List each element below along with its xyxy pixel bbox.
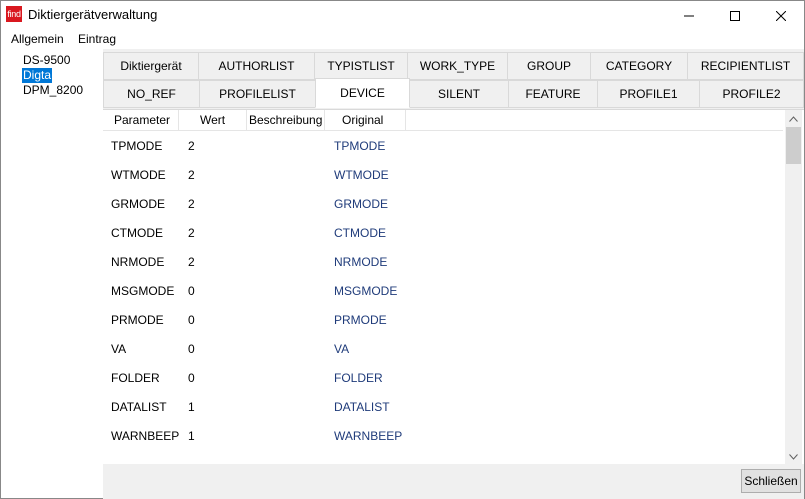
cell-wert: 2: [188, 226, 195, 240]
table-row[interactable]: NRMODE 2 NRMODE: [103, 248, 783, 277]
table-row[interactable]: WTMODE 2 WTMODE: [103, 161, 783, 190]
tab-category[interactable]: CATEGORY: [590, 52, 688, 80]
menu-allgemein[interactable]: Allgemein: [11, 32, 64, 46]
cell-wert: 1: [188, 451, 195, 453]
cell-parameter: TPMODE: [111, 139, 163, 153]
cell-wert: 0: [188, 313, 195, 327]
tab-profile2[interactable]: PROFILE2: [699, 80, 804, 108]
scroll-down-button[interactable]: [785, 448, 802, 465]
tree-item-dpm-8200[interactable]: DPM_8200: [22, 83, 84, 98]
tab-typistlist[interactable]: TYPISTLIST: [314, 52, 408, 80]
cell-wert: 2: [188, 168, 195, 182]
cell-original: MSGMODE: [334, 284, 398, 298]
cell-parameter: NRMODE: [111, 255, 165, 269]
close-icon: [776, 10, 786, 21]
cell-parameter: ACKBEEP: [111, 451, 168, 453]
table-row[interactable]: TPMODE 2 TPMODE: [103, 132, 783, 161]
cell-parameter: MSGMODE: [111, 284, 175, 298]
cell-parameter: FOLDER: [111, 371, 160, 385]
cell-parameter: CTMODE: [111, 226, 163, 240]
tab-authorlist[interactable]: AUTHORLIST: [198, 52, 315, 80]
tree-item-digta[interactable]: Digta: [22, 68, 53, 83]
tab-group[interactable]: GROUP: [507, 52, 591, 80]
cell-original: GRMODE: [334, 197, 388, 211]
cell-wert: 1: [188, 400, 195, 414]
title-bar[interactable]: find Diktiergerätverwaltung: [1, 1, 804, 30]
cell-original: WTMODE: [334, 168, 389, 182]
cell-original: NRMODE: [334, 255, 388, 269]
chevron-up-icon: [789, 115, 798, 122]
cell-wert: 1: [188, 429, 195, 443]
scroll-up-button[interactable]: [785, 110, 802, 127]
tree-item-ds-9500[interactable]: DS-9500: [22, 53, 71, 68]
cell-parameter: GRMODE: [111, 197, 165, 211]
cell-wert: 0: [188, 284, 195, 298]
menu-bar: Allgemein Eintrag: [1, 30, 804, 49]
cell-wert: 0: [188, 371, 195, 385]
minimize-button[interactable]: [666, 1, 712, 30]
cell-original: CTMODE: [334, 226, 386, 240]
cell-original: ACKBEEP: [334, 451, 391, 453]
device-panel: Parameter Wert Beschreibung Original TPM…: [103, 109, 804, 465]
maximize-button[interactable]: [712, 1, 758, 30]
cell-parameter: WTMODE: [111, 168, 166, 182]
minimize-icon: [684, 15, 694, 16]
tab-work-type[interactable]: WORK_TYPE: [407, 52, 508, 80]
cell-parameter: PRMODE: [111, 313, 164, 327]
close-window-button[interactable]: [758, 1, 804, 30]
table-row[interactable]: DATALIST 1 DATALIST: [103, 393, 783, 422]
table-row[interactable]: WARNBEEP 1 WARNBEEP: [103, 422, 783, 451]
table-row[interactable]: MSGMODE 0 MSGMODE: [103, 277, 783, 306]
device-tree: DS-9500 Digta DPM_8200: [1, 49, 103, 498]
cell-parameter: DATALIST: [111, 400, 167, 414]
cell-parameter: WARNBEEP: [111, 429, 180, 443]
table-row[interactable]: VA 0 VA: [103, 335, 783, 364]
table-body: TPMODE 2 TPMODE WTMODE 2 WTMODE GRMODE 2 GRMODE C…: [103, 110, 783, 453]
chevron-down-icon: [789, 453, 798, 460]
tab-recipientlist[interactable]: RECIPIENTLIST: [687, 52, 804, 80]
cell-parameter: VA: [111, 342, 127, 356]
table-row[interactable]: ACKBEEP 1 ACKBEEP: [103, 451, 783, 453]
table-row[interactable]: CTMODE 2 CTMODE: [103, 219, 783, 248]
close-button[interactable]: Schließen: [741, 469, 801, 493]
tab-profilelist[interactable]: PROFILELIST: [199, 80, 316, 108]
cell-original: PRMODE: [334, 313, 387, 327]
tab-no-ref[interactable]: NO_REF: [103, 80, 200, 108]
tab-profile1[interactable]: PROFILE1: [597, 80, 700, 108]
cell-original: WARNBEEP: [334, 429, 403, 443]
maximize-icon: [730, 10, 740, 21]
tab-device[interactable]: DEVICE: [315, 78, 410, 108]
app-window: find Diktiergerätverwaltung Allgemein Ei…: [0, 0, 805, 499]
tab-feature[interactable]: FEATURE: [508, 80, 598, 108]
cell-wert: 2: [188, 197, 195, 211]
vertical-scrollbar[interactable]: [785, 110, 802, 465]
tab-container: Diktiergerät AUTHORLIST TYPISTLIST WORK_…: [103, 49, 804, 499]
cell-wert: 2: [188, 255, 195, 269]
cell-wert: 0: [188, 342, 195, 356]
menu-eintrag[interactable]: Eintrag: [78, 32, 116, 46]
cell-original: FOLDER: [334, 371, 383, 385]
app-icon: find: [6, 6, 22, 22]
cell-original: TPMODE: [334, 139, 386, 153]
table-row[interactable]: PRMODE 0 PRMODE: [103, 306, 783, 335]
window-title: Diktiergerätverwaltung: [28, 7, 158, 22]
cell-original: VA: [334, 342, 350, 356]
scroll-thumb[interactable]: [786, 127, 801, 164]
cell-original: DATALIST: [334, 400, 390, 414]
table-row[interactable]: FOLDER 0 FOLDER: [103, 364, 783, 393]
table-row[interactable]: GRMODE 2 GRMODE: [103, 190, 783, 219]
tab-silent[interactable]: SILENT: [409, 80, 509, 108]
cell-wert: 2: [188, 139, 195, 153]
tab-diktiergeraet[interactable]: Diktiergerät: [103, 52, 199, 80]
